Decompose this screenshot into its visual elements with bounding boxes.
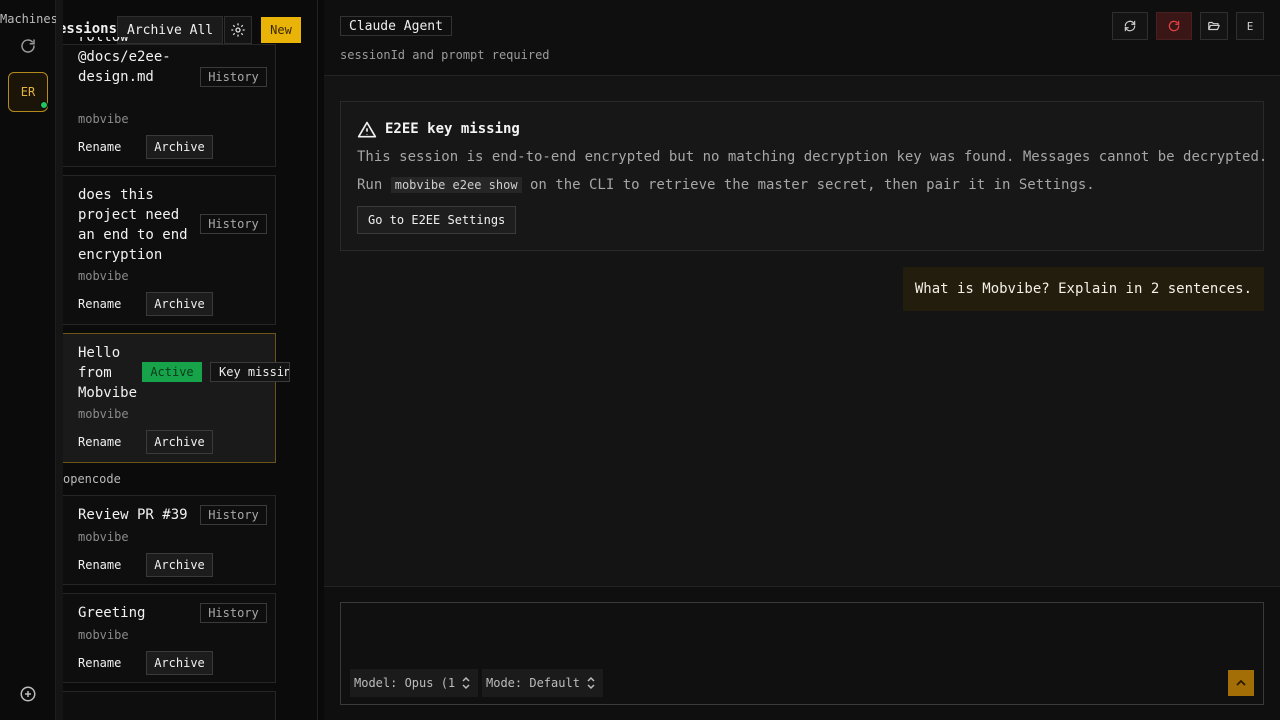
session-title-line: @docs/e2ee- [78, 49, 171, 65]
prompt-input[interactable] [341, 603, 1263, 663]
rename-button[interactable]: Rename [78, 651, 121, 675]
session-project: mobvibe [78, 628, 129, 642]
chat-main: Claude Agent sessionId and prompt requir… [324, 0, 1280, 720]
new-session-button[interactable]: New [261, 17, 301, 43]
composer: Model: Opus (1 Mode: Default [340, 602, 1264, 705]
chat-header: Claude Agent sessionId and prompt requir… [324, 0, 1280, 76]
archive-button[interactable]: Archive [146, 553, 213, 577]
chevron-updown-icon [462, 676, 470, 690]
warning-instructions: Run mobvibe e2ee show on the CLI to retr… [357, 177, 1095, 193]
history-button[interactable]: History [200, 603, 267, 623]
agent-label: Claude Agent [340, 16, 452, 36]
sessions-title: Sessions [63, 21, 117, 37]
instructions-suffix: on the CLI to retrieve the master secret… [530, 177, 1095, 193]
e2ee-settings-button[interactable]: Go to E2EE Settings [357, 206, 517, 234]
rename-button[interactable]: Rename [78, 430, 121, 454]
session-title: Greeting [78, 605, 146, 621]
session-title-line: Hello [78, 345, 121, 361]
rename-button[interactable]: Rename [78, 135, 121, 159]
model-select-label: Model: Opus (1 [354, 676, 456, 690]
instructions-prefix: Run [357, 177, 383, 193]
user-message: What is Mobvibe? Explain in 2 sentences. [902, 267, 1264, 311]
sync-button[interactable] [1112, 12, 1148, 40]
session-project: mobvibe [78, 112, 129, 126]
session-title-line: rollow [78, 37, 129, 45]
session-card[interactable]: Review PR #39 History mobvibe Rename Arc… [63, 495, 276, 585]
session-title: rollow @docs/e2ee- design.md [78, 37, 171, 87]
session-title-line: Mobvibe [78, 385, 138, 401]
session-card[interactable]: rollow @docs/e2ee- design.md History mob… [63, 37, 276, 167]
rename-button[interactable]: Rename [78, 553, 121, 577]
archive-button[interactable]: Archive [146, 135, 213, 159]
machines-title: Machines [0, 12, 56, 26]
session-title-line: does this [78, 187, 154, 203]
restart-button[interactable] [1156, 12, 1192, 40]
archive-button[interactable]: Archive [146, 292, 213, 316]
warning-icon [357, 120, 377, 140]
session-card[interactable] [63, 691, 276, 720]
rename-button[interactable]: Rename [78, 292, 121, 316]
open-folder-button[interactable] [1200, 12, 1228, 40]
chevron-updown-icon [587, 676, 595, 690]
e2ee-button[interactable]: E [1236, 12, 1264, 40]
add-machine-icon[interactable] [19, 685, 37, 703]
cli-command: mobvibe e2ee show [390, 177, 522, 193]
key-missing-label: Key missing [219, 365, 289, 379]
chevron-up-icon [1236, 679, 1246, 686]
machine-avatar[interactable]: ER [8, 72, 48, 112]
online-status-dot [40, 101, 48, 109]
status-message: sessionId and prompt required [340, 48, 550, 62]
warning-body: This session is end-to-end encrypted but… [357, 149, 1268, 165]
composer-area: Model: Opus (1 Mode: Default [324, 586, 1280, 720]
session-title-line: project need [78, 207, 180, 223]
gear-icon [231, 23, 245, 37]
archive-button[interactable]: Archive [146, 430, 213, 454]
session-title-line: encryption [78, 247, 163, 263]
group-label-opencode: opencode [63, 472, 121, 486]
session-title: does this project need an end to end enc… [78, 185, 188, 265]
session-card[interactable]: does this project need an end to end enc… [63, 175, 276, 325]
restart-icon [1168, 20, 1180, 32]
send-button[interactable] [1228, 670, 1254, 696]
machine-avatar-initials: ER [20, 85, 36, 99]
key-missing-badge: Key missing [210, 362, 290, 382]
archive-button[interactable]: Archive [146, 651, 213, 675]
history-button[interactable]: History [200, 214, 267, 234]
session-card-active[interactable]: Hello from Mobvibe Active Key missing mo… [63, 333, 290, 463]
session-title-line: from [78, 365, 112, 381]
session-project: mobvibe [78, 407, 129, 421]
refresh-icon[interactable] [19, 37, 37, 55]
warning-title: E2EE key missing [385, 121, 520, 137]
session-title-line: an end to end [78, 227, 188, 243]
e2ee-warning-card: E2EE key missing This session is end-to-… [340, 101, 1268, 251]
sync-icon [1124, 20, 1136, 32]
history-button[interactable]: History [200, 67, 267, 87]
active-status-badge: Active [142, 362, 202, 382]
model-select[interactable]: Model: Opus (1 [350, 669, 478, 697]
mode-select[interactable]: Mode: Default [482, 669, 603, 697]
session-project: mobvibe [78, 530, 129, 544]
panel-gutter [56, 0, 63, 720]
session-title: Hello from Mobvibe [78, 343, 137, 403]
session-title-line: design.md [78, 69, 154, 85]
mode-select-label: Mode: Default [486, 676, 580, 690]
settings-button[interactable] [224, 16, 252, 44]
machines-rail: Machines ER [0, 0, 56, 720]
session-card[interactable]: Greeting History mobvibe Rename Archive [63, 593, 276, 683]
session-project: mobvibe [78, 269, 129, 283]
sessions-panel: Sessions Archive All New rollow @docs/e2… [63, 0, 318, 720]
history-button[interactable]: History [200, 505, 267, 525]
session-title: Review PR #39 [78, 507, 188, 523]
folder-open-icon [1208, 21, 1220, 31]
